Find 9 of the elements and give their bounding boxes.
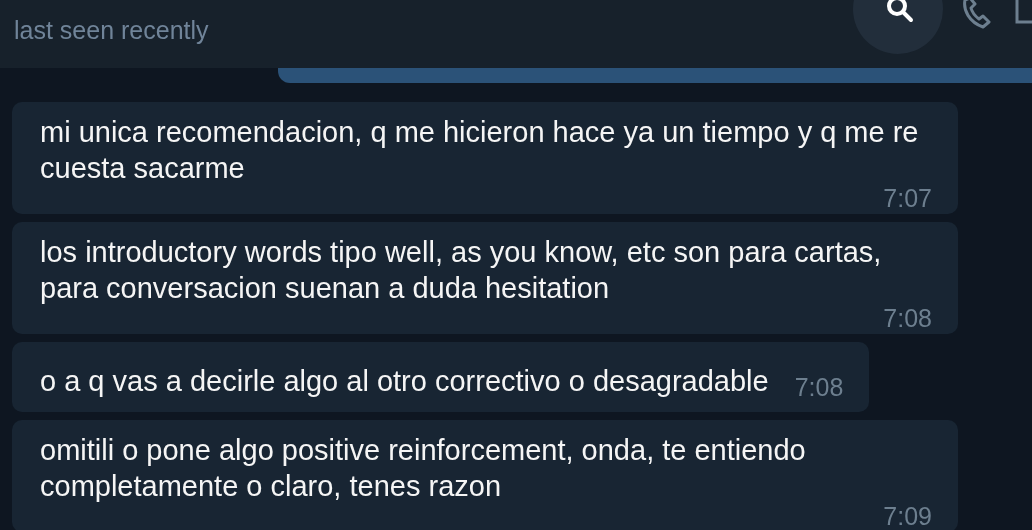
message-text: omitili o pone algo positive reinforcement, onda, te entiendo completamente o claro, tenes razon <box>40 433 807 504</box>
message-time: 7:09 <box>882 504 932 528</box>
message-text: o a q vas a decirle algo al otro correctivo o desagradable <box>40 364 769 399</box>
message-text: los introductory words tipo well, as you know, etc son para cartas, para conversacion suenan a duda hesitation <box>40 235 883 306</box>
message-time: 7:08 <box>882 306 932 330</box>
message-time: 7:08 <box>793 375 844 399</box>
message-time: 7:07 <box>882 186 932 210</box>
last-seen-status: last seen recently <box>14 16 209 45</box>
message-text: mi unica recomendacion, q me hicieron hace ya un tiempo y q me re cuesta sacarme <box>40 115 920 186</box>
